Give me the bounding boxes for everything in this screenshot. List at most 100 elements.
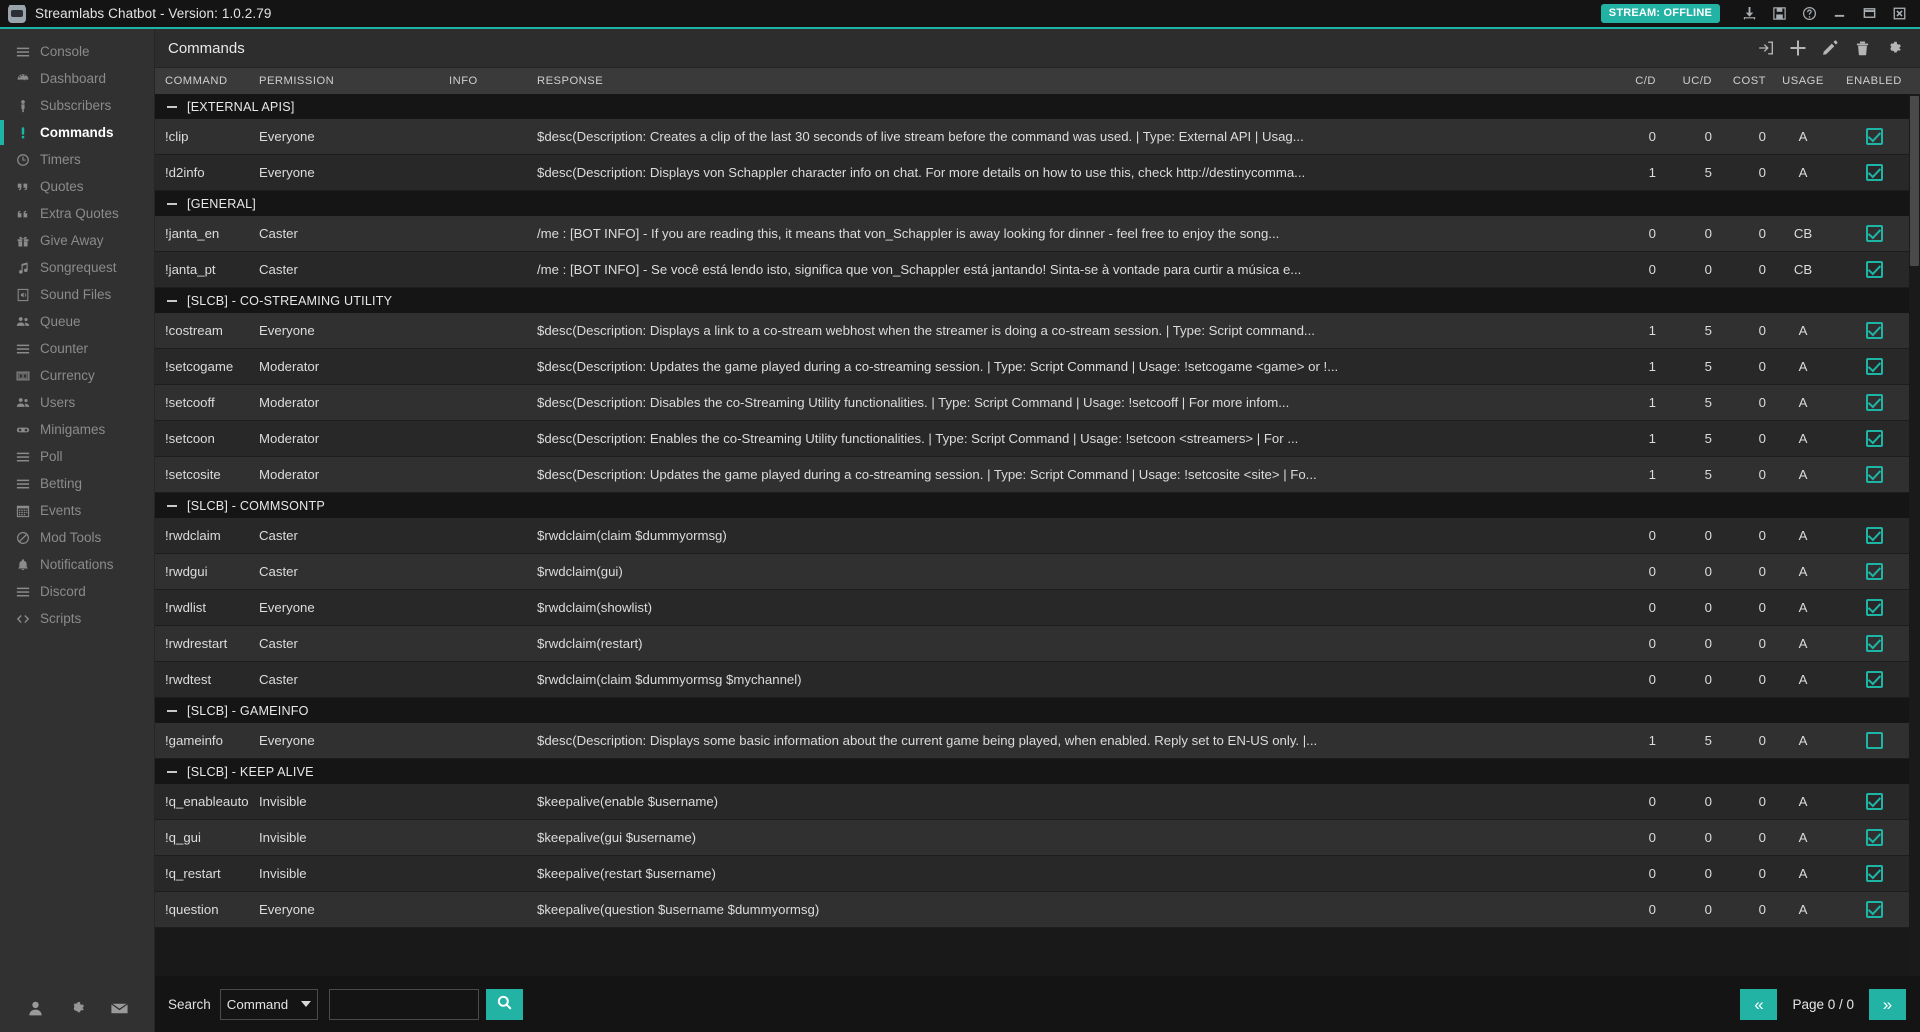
minimize-icon[interactable] — [1824, 1, 1854, 27]
enabled-checkbox[interactable] — [1865, 793, 1883, 810]
table-row[interactable]: !question Everyone $keepalive(question $us… — [155, 892, 1920, 928]
sidebar-item-poll[interactable]: Poll — [0, 443, 154, 470]
download-icon[interactable] — [1734, 1, 1764, 27]
table-row[interactable]: !costream Everyone $desc(Description: Disp… — [155, 313, 1920, 349]
maximize-icon[interactable] — [1854, 1, 1884, 27]
table-group-header[interactable]: [SLCB] - CO-STREAMING UTILITY — [155, 288, 1920, 313]
sidebar-item-scripts[interactable]: Scripts — [0, 605, 154, 632]
sidebar-item-betting[interactable]: Betting — [0, 470, 154, 497]
collapse-minus-icon[interactable] — [165, 499, 179, 513]
save-icon[interactable] — [1764, 1, 1794, 27]
collapse-minus-icon[interactable] — [165, 294, 179, 308]
table-row[interactable]: !q_restart Invisible $keepalive(restart $u… — [155, 856, 1920, 892]
table-row[interactable]: !setcooff Moderator $desc(Description: Dis… — [155, 385, 1920, 421]
sidebar-item-events[interactable]: Events — [0, 497, 154, 524]
enabled-checkbox[interactable] — [1865, 599, 1883, 616]
column-header-cd[interactable]: C/D — [1610, 75, 1656, 87]
enabled-checkbox[interactable] — [1865, 128, 1883, 145]
add-icon[interactable] — [1782, 32, 1814, 64]
enabled-checkbox[interactable] — [1865, 225, 1883, 242]
sidebar-item-give-away[interactable]: Give Away — [0, 227, 154, 254]
enabled-checkbox[interactable] — [1865, 635, 1883, 652]
sidebar-item-subscribers[interactable]: Subscribers — [0, 92, 154, 119]
close-icon[interactable] — [1884, 1, 1914, 27]
column-header-usage[interactable]: USAGE — [1766, 75, 1840, 87]
table-row[interactable]: !d2info Everyone $desc(Description: Displa… — [155, 155, 1920, 191]
enabled-checkbox[interactable] — [1865, 164, 1883, 181]
stream-status-badge[interactable]: STREAM: OFFLINE — [1600, 4, 1720, 23]
column-header-response[interactable]: RESPONSE — [537, 75, 1610, 87]
account-icon[interactable] — [25, 998, 45, 1018]
sidebar-item-notifications[interactable]: Notifications — [0, 551, 154, 578]
table-group-header[interactable]: [SLCB] - GAMEINFO — [155, 698, 1920, 723]
table-row[interactable]: !setcogame Moderator $desc(Description: Up… — [155, 349, 1920, 385]
sidebar-item-discord[interactable]: Discord — [0, 578, 154, 605]
mail-icon[interactable] — [109, 998, 129, 1018]
table-row[interactable]: !setcosite Moderator $desc(Description: Up… — [155, 457, 1920, 493]
table-row[interactable]: !janta_pt Caster/me : [BOT INFO] - Se voc… — [155, 252, 1920, 288]
table-group-header[interactable]: [EXTERNAL APIS] — [155, 94, 1920, 119]
scrollbar-thumb[interactable] — [1910, 96, 1919, 266]
sidebar-item-mod-tools[interactable]: Mod Tools — [0, 524, 154, 551]
table-row[interactable]: !rwdtest Caster $rwdclaim(claim $dummyorms… — [155, 662, 1920, 698]
enabled-checkbox[interactable] — [1865, 527, 1883, 544]
edit-icon[interactable] — [1814, 32, 1846, 64]
enabled-checkbox[interactable] — [1865, 732, 1883, 749]
sidebar-item-songrequest[interactable]: Songrequest — [0, 254, 154, 281]
next-page-button[interactable]: » — [1869, 988, 1906, 1020]
table-row[interactable]: !q_enableauto Invisible $keepalive(enable … — [155, 784, 1920, 820]
column-header-command[interactable]: COMMAND — [155, 75, 259, 87]
enabled-checkbox[interactable] — [1865, 865, 1883, 882]
enabled-checkbox[interactable] — [1865, 394, 1883, 411]
settings-gear-icon[interactable] — [67, 998, 87, 1018]
table-row[interactable]: !rwdgui Caster $rwdclaim(gui) 0 0 0 A — [155, 554, 1920, 590]
collapse-minus-icon[interactable] — [165, 197, 179, 211]
table-group-header[interactable]: [SLCB] - COMMSONTP — [155, 493, 1920, 518]
sidebar-item-currency[interactable]: Currency — [0, 362, 154, 389]
sidebar-item-sound-files[interactable]: Sound Files — [0, 281, 154, 308]
table-group-header[interactable]: [GENERAL] — [155, 191, 1920, 216]
enabled-checkbox[interactable] — [1865, 358, 1883, 375]
table-row[interactable]: !gameinfo Everyone $desc(Description: Disp… — [155, 723, 1920, 759]
sidebar-item-minigames[interactable]: Minigames — [0, 416, 154, 443]
sidebar-item-commands[interactable]: Commands — [0, 119, 154, 146]
column-header-permission[interactable]: PERMISSION — [259, 75, 449, 87]
enabled-checkbox[interactable] — [1865, 563, 1883, 580]
column-header-cost[interactable]: COST — [1712, 75, 1766, 87]
vertical-scrollbar[interactable] — [1909, 94, 1920, 976]
sidebar-item-console[interactable]: Console — [0, 38, 154, 65]
search-button[interactable] — [485, 988, 523, 1020]
enabled-checkbox[interactable] — [1865, 901, 1883, 918]
column-header-enabled[interactable]: ENABLED — [1840, 75, 1908, 87]
sidebar-item-queue[interactable]: Queue — [0, 308, 154, 335]
sidebar-item-dashboard[interactable]: Dashboard — [0, 65, 154, 92]
prev-page-button[interactable]: « — [1740, 988, 1778, 1020]
table-row[interactable]: !clip Everyone $desc(Description: Creates … — [155, 119, 1920, 155]
help-icon[interactable] — [1794, 1, 1824, 27]
collapse-minus-icon[interactable] — [165, 704, 179, 718]
table-row[interactable]: !rwdlist Everyone $rwdclaim(showlist) 0 0 0 A — [155, 590, 1920, 626]
column-header-info[interactable]: INFO — [449, 75, 537, 87]
import-icon[interactable] — [1750, 32, 1782, 64]
enabled-checkbox[interactable] — [1865, 430, 1883, 447]
enabled-checkbox[interactable] — [1865, 671, 1883, 688]
enabled-checkbox[interactable] — [1865, 466, 1883, 483]
sidebar-item-quotes[interactable]: Quotes — [0, 173, 154, 200]
table-row[interactable]: !rwdrestart Caster $rwdclaim(restart) 0 0 0 A — [155, 626, 1920, 662]
table-group-header[interactable]: [SLCB] - KEEP ALIVE — [155, 759, 1920, 784]
sidebar-item-extra-quotes[interactable]: Extra Quotes — [0, 200, 154, 227]
collapse-minus-icon[interactable] — [165, 100, 179, 114]
search-type-select[interactable]: Command — [219, 988, 318, 1020]
settings-icon[interactable] — [1878, 32, 1910, 64]
enabled-checkbox[interactable] — [1865, 829, 1883, 846]
table-row[interactable]: !q_gui Invisible $keepalive(gui $username)… — [155, 820, 1920, 856]
enabled-checkbox[interactable] — [1865, 322, 1883, 339]
column-header-ucd[interactable]: UC/D — [1656, 75, 1712, 87]
sidebar-item-counter[interactable]: Counter — [0, 335, 154, 362]
table-row[interactable]: !setcoon Moderator $desc(Description: Enab… — [155, 421, 1920, 457]
sidebar-item-timers[interactable]: Timers — [0, 146, 154, 173]
search-input[interactable] — [328, 988, 479, 1020]
sidebar-item-users[interactable]: Users — [0, 389, 154, 416]
delete-icon[interactable] — [1846, 32, 1878, 64]
enabled-checkbox[interactable] — [1865, 261, 1883, 278]
